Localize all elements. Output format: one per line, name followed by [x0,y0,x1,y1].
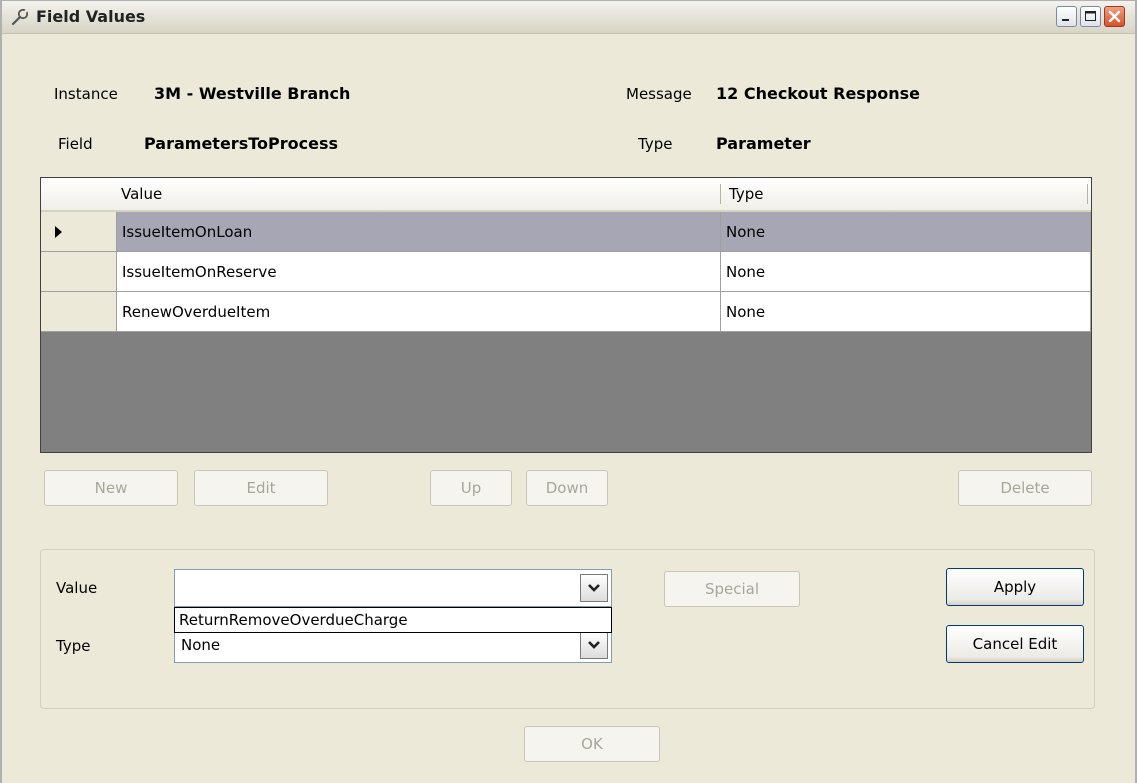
edit-button[interactable]: Edit [194,470,328,506]
values-grid[interactable]: Value Type IssueItemOnLoan None IssueIte… [40,177,1092,453]
new-button[interactable]: New [44,470,178,506]
value-combobox[interactable] [174,569,612,607]
type-value: Parameter [716,134,811,153]
row-header[interactable] [41,212,117,252]
maximize-icon [1085,11,1096,21]
type-label: Type [638,135,673,153]
cell-type[interactable]: None [721,292,1091,332]
instance-label: Instance [54,85,118,103]
cell-value[interactable]: IssueItemOnReserve [117,252,721,292]
row-header[interactable] [41,292,117,332]
message-value: 12 Checkout Response [716,84,921,103]
wrench-icon [10,7,30,27]
window-title: Field Values [36,7,146,26]
maximize-button[interactable] [1080,6,1101,27]
instance-value: 3M - Westville Branch [154,84,351,103]
cell-value[interactable]: IssueItemOnLoan [117,212,721,252]
table-row[interactable]: IssueItemOnLoan None [41,212,1091,252]
down-button[interactable]: Down [526,470,608,506]
column-separator[interactable] [1087,184,1088,204]
type-field-label: Type [56,637,91,655]
row-header[interactable] [41,252,117,292]
table-row[interactable]: IssueItemOnReserve None [41,252,1091,292]
column-header-value[interactable]: Value [117,178,721,210]
field-label: Field [58,135,93,153]
field-values-window: Field Values Instance 3M - Westville Bra… [0,0,1137,783]
up-button[interactable]: Up [430,470,512,506]
row-arrow-icon [55,226,62,238]
cancel-edit-button[interactable]: Cancel Edit [946,625,1084,663]
ok-button[interactable]: OK [524,726,660,762]
close-button[interactable] [1104,6,1125,27]
minimize-icon [1062,19,1069,21]
cell-type[interactable]: None [721,212,1091,252]
close-icon [1108,10,1121,23]
title-bar[interactable]: Field Values [2,1,1135,34]
cell-type[interactable]: None [721,252,1091,292]
apply-button[interactable]: Apply [946,568,1084,606]
type-combobox-text[interactable]: None [181,628,220,662]
minimize-button[interactable] [1056,6,1077,27]
grid-header: Value Type [41,178,1091,212]
special-button[interactable]: Special [664,571,800,607]
column-separator[interactable] [720,184,721,204]
chevron-down-icon [588,584,600,592]
table-row[interactable]: RenewOverdueItem None [41,292,1091,332]
type-dropdown-button[interactable] [580,631,608,659]
value-dropdown-button[interactable] [580,574,608,602]
cell-value[interactable]: RenewOverdueItem [117,292,721,332]
chevron-down-icon [588,641,600,649]
delete-button[interactable]: Delete [958,470,1092,506]
field-value: ParametersToProcess [144,134,338,153]
value-field-label: Value [56,579,98,597]
value-dropdown-option[interactable]: ReturnRemoveOverdueCharge [174,607,612,633]
column-header-type[interactable]: Type [725,178,1085,210]
message-label: Message [626,85,692,103]
